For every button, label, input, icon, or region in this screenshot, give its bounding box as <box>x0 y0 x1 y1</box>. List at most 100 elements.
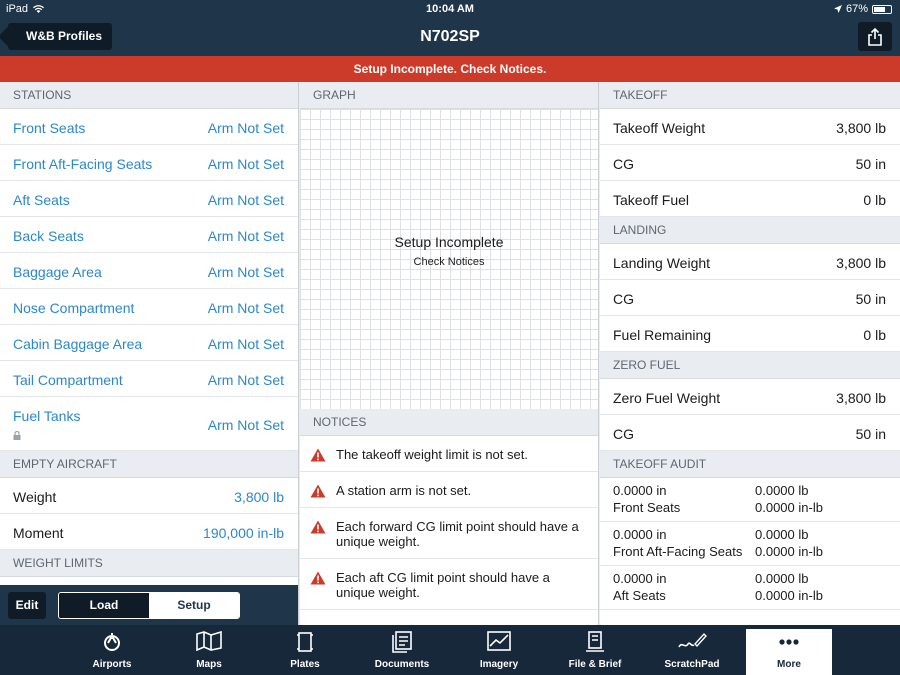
tab-scratchpad[interactable]: ScratchPad <box>649 625 735 675</box>
empty-aircraft-header: EMPTY AIRCRAFT <box>0 451 298 478</box>
station-row[interactable]: Front Aft-Facing Seats Arm Not Set <box>0 145 298 181</box>
tab-airports[interactable]: Airports <box>69 625 155 675</box>
empty-weight-row[interactable]: Weight 3,800 lb <box>0 478 298 514</box>
tab-label: Plates <box>290 659 320 670</box>
zero-fuel-header: ZERO FUEL <box>600 352 900 379</box>
graph-header: GRAPH <box>300 82 598 109</box>
imagery-icon <box>487 631 511 651</box>
station-row[interactable]: Baggage Area Arm Not Set <box>0 253 298 289</box>
tab-more[interactable]: More <box>746 629 832 675</box>
share-button[interactable] <box>858 22 892 51</box>
landing-header: LANDING <box>600 217 900 244</box>
row-value: 0 lb <box>863 192 886 208</box>
station-row-fuel-tanks[interactable]: Fuel Tanks Arm Not Set <box>0 397 298 451</box>
notices-header: NOTICES <box>300 409 598 436</box>
scratchpad-icon <box>678 632 707 648</box>
tab-maps[interactable]: Maps <box>166 625 252 675</box>
station-row[interactable]: Front Seats Arm Not Set <box>0 109 298 145</box>
graph-status-title: Setup Incomplete <box>394 234 504 250</box>
warning-icon <box>310 571 326 585</box>
takeoff-audit-header: TAKEOFF AUDIT <box>600 451 900 478</box>
tab-label: Airports <box>92 659 132 670</box>
map-icon <box>196 631 222 651</box>
row-label: Takeoff Weight <box>613 120 706 136</box>
graph-status-subtitle: Check Notices <box>413 256 485 268</box>
audit-station: Aft Seats <box>613 588 666 603</box>
tab-label: ScratchPad <box>664 659 720 670</box>
station-row[interactable]: Cabin Baggage Area Arm Not Set <box>0 325 298 361</box>
setup-segment[interactable]: Setup <box>149 593 239 618</box>
file-brief-icon <box>586 631 604 652</box>
notice-text: The takeoff weight limit is not set. <box>336 447 528 462</box>
stations-header: STATIONS <box>0 82 298 109</box>
station-row[interactable]: Aft Seats Arm Not Set <box>0 181 298 217</box>
stations-list: Front Seats Arm Not Set Front Aft-Facing … <box>0 109 298 451</box>
notice-text: Each forward CG limit point should have … <box>336 519 579 549</box>
audit-moment: 0.0000 in-lb <box>755 500 823 515</box>
station-arm: Arm Not Set <box>207 372 284 388</box>
tab-plates[interactable]: Plates <box>262 625 348 675</box>
tab-imagery[interactable]: Imagery <box>456 625 542 675</box>
stations-panel: STATIONS Front Seats Arm Not Set Front Af… <box>0 82 299 625</box>
plates-icon <box>297 632 313 652</box>
station-arm: Arm Not Set <box>207 336 284 352</box>
station-row[interactable]: Nose Compartment Arm Not Set <box>0 289 298 325</box>
station-name: Cabin Baggage Area <box>13 336 143 352</box>
audit-row: 0.0000 in 0.0000 lb Front Aft-Facing Sea… <box>600 522 900 566</box>
warning-icon <box>310 484 326 498</box>
empty-moment-row[interactable]: Moment 190,000 in-lb <box>0 514 298 550</box>
airport-icon <box>104 633 120 651</box>
weight-limits-header: WEIGHT LIMITS <box>0 550 298 577</box>
notice-item: Each aft CG limit point should have a un… <box>300 559 598 610</box>
documents-icon <box>392 631 412 653</box>
edit-toolbar: Edit Load Setup <box>0 585 298 625</box>
station-name: Baggage Area <box>13 264 102 280</box>
station-arm: Arm Not Set <box>207 300 284 316</box>
row-value: 50 in <box>855 291 886 307</box>
row-value: 50 in <box>855 426 886 442</box>
row-label: Fuel Remaining <box>613 327 712 343</box>
audit-weight: 0.0000 lb <box>755 571 809 586</box>
audit-moment: 0.0000 in-lb <box>755 544 823 559</box>
row-label: CG <box>613 426 634 442</box>
row-label: Landing Weight <box>613 255 711 271</box>
station-arm: Arm Not Set <box>207 192 284 208</box>
row-label: Takeoff Fuel <box>613 192 690 208</box>
row-value: 50 in <box>855 156 886 172</box>
audit-row: 0.0000 in 0.0000 lb Aft Seats 0.0000 in-… <box>600 566 900 610</box>
notice-text: A station arm is not set. <box>336 483 472 498</box>
station-name: Fuel Tanks <box>13 408 81 424</box>
setup-incomplete-banner[interactable]: Setup Incomplete. Check Notices. <box>0 56 900 82</box>
station-row[interactable]: Back Seats Arm Not Set <box>0 217 298 253</box>
lock-icon <box>13 431 21 440</box>
audit-moment: 0.0000 in-lb <box>755 588 823 603</box>
empty-weight-label: Weight <box>13 489 57 505</box>
station-arm: Arm Not Set <box>207 264 284 280</box>
station-name: Front Seats <box>13 120 86 136</box>
tab-file-brief[interactable]: File & Brief <box>552 625 638 675</box>
notice-item: The takeoff weight limit is not set. <box>300 436 598 472</box>
audit-station: Front Seats <box>613 500 681 515</box>
main-tab-bar: Airports Maps Plates Documents Imagery F… <box>0 625 900 675</box>
zero-fuel-cg-row: CG 50 in <box>600 415 900 451</box>
battery-icon <box>872 4 892 14</box>
station-row[interactable]: Tail Compartment Arm Not Set <box>0 361 298 397</box>
zero-fuel-weight-row: Zero Fuel Weight 3,800 lb <box>600 379 900 415</box>
takeoff-cg-row: CG 50 in <box>600 145 900 181</box>
tab-documents[interactable]: Documents <box>359 625 445 675</box>
audit-weight: 0.0000 lb <box>755 527 809 542</box>
audit-station: Front Aft-Facing Seats <box>613 544 743 559</box>
takeoff-fuel-row: Takeoff Fuel 0 lb <box>600 181 900 217</box>
station-name: Tail Compartment <box>13 372 123 388</box>
station-name: Front Aft-Facing Seats <box>13 156 153 172</box>
battery-percent: 67% <box>845 3 868 15</box>
audit-row: 0.0000 in 0.0000 lb Front Seats 0.0000 i… <box>600 478 900 522</box>
edit-button[interactable]: Edit <box>8 592 46 619</box>
station-arm: Arm Not Set <box>207 417 284 433</box>
summary-panel: TAKEOFF Takeoff Weight 3,800 lb CG 50 in T… <box>600 82 900 625</box>
cg-graph[interactable]: Setup Incomplete Check Notices <box>300 109 598 409</box>
tab-label: Documents <box>374 659 430 670</box>
station-arm: Arm Not Set <box>207 228 284 244</box>
empty-weight-value: 3,800 lb <box>234 489 284 505</box>
load-segment[interactable]: Load <box>59 593 149 618</box>
